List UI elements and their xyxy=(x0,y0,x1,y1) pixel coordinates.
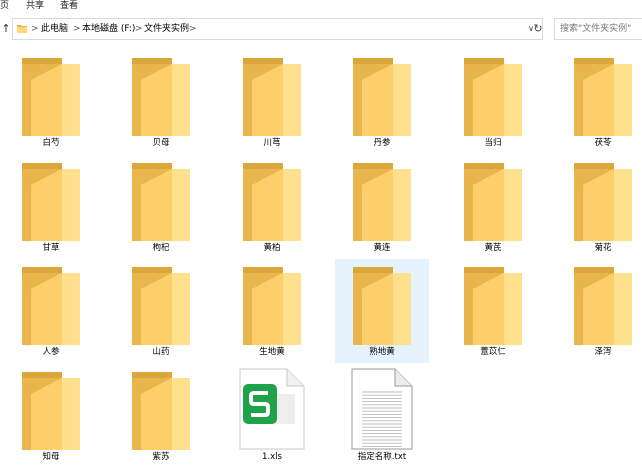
item-label: 薏苡仁 xyxy=(480,347,506,357)
folder-icon xyxy=(22,163,80,241)
folder-item[interactable]: 生地黄 xyxy=(225,259,319,363)
item-label: 泽泻 xyxy=(594,347,612,357)
item-label: 白芍 xyxy=(42,138,60,148)
folder-item[interactable]: 熟地黄 xyxy=(335,259,429,363)
file-item[interactable]: 指定名称.txt xyxy=(335,364,429,468)
folder-item[interactable]: 丹参 xyxy=(335,50,429,154)
folder-icon xyxy=(464,58,522,136)
folder-icon xyxy=(22,372,80,450)
up-arrow-icon[interactable]: ↑ xyxy=(0,22,12,36)
item-label: 熟地黄 xyxy=(369,347,395,357)
item-label: 生地黄 xyxy=(259,347,285,357)
folder-icon xyxy=(243,267,301,345)
folder-icon xyxy=(574,163,632,241)
tab-view[interactable]: 查看 xyxy=(60,0,78,11)
breadcrumb-separator[interactable]: > xyxy=(73,23,81,35)
item-label: 甘草 xyxy=(42,243,60,253)
folder-item[interactable]: 甘草 xyxy=(4,155,98,259)
folder-item[interactable]: 川芎 xyxy=(225,50,319,154)
folder-item[interactable]: 人参 xyxy=(4,259,98,363)
search-placeholder: 搜索"文件夹实例" xyxy=(560,24,632,34)
breadcrumb-folder-instance[interactable]: 文件夹实例 xyxy=(144,23,189,35)
item-label: 茯苓 xyxy=(594,138,612,148)
folder-icon xyxy=(574,267,632,345)
folder-icon xyxy=(574,58,632,136)
folder-item[interactable]: 当归 xyxy=(446,50,540,154)
item-label: 枸杞 xyxy=(152,243,170,253)
breadcrumb-separator[interactable]: > xyxy=(189,23,197,35)
folder-item[interactable]: 贝母 xyxy=(114,50,208,154)
folder-item[interactable]: 茯苓 xyxy=(556,50,642,154)
breadcrumb-separator[interactable]: > xyxy=(31,23,39,35)
file-item[interactable]: 1.xls xyxy=(225,364,319,468)
folder-icon xyxy=(132,372,190,450)
item-label: 指定名称.txt xyxy=(357,452,407,462)
item-label: 知母 xyxy=(42,452,60,462)
folder-item[interactable]: 泽泻 xyxy=(556,259,642,363)
breadcrumb-local-disk[interactable]: 本地磁盘 (F:) xyxy=(82,23,135,35)
item-label: 黄连 xyxy=(373,243,391,253)
xls-file-icon xyxy=(239,368,305,450)
folder-icon xyxy=(243,58,301,136)
folder-icon xyxy=(132,163,190,241)
item-label: 黄柏 xyxy=(263,243,281,253)
item-label: 山药 xyxy=(152,347,170,357)
tab-share[interactable]: 共享 xyxy=(26,0,44,11)
folder-icon xyxy=(132,267,190,345)
folder-item[interactable]: 知母 xyxy=(4,364,98,468)
item-label: 川芎 xyxy=(263,138,281,148)
item-label: 当归 xyxy=(484,138,502,148)
folder-icon xyxy=(353,267,411,345)
folder-item[interactable]: 白芍 xyxy=(4,50,98,154)
folder-small-icon xyxy=(17,25,27,33)
menu-bar: 页 共享 查看 xyxy=(0,0,642,12)
folder-icon xyxy=(22,267,80,345)
item-label: 菊花 xyxy=(594,243,612,253)
folder-icon xyxy=(464,163,522,241)
folder-item[interactable]: 薏苡仁 xyxy=(446,259,540,363)
address-bar[interactable]: > 此电脑 > 本地磁盘 (F:) > 文件夹实例 > ∨ xyxy=(12,18,543,40)
folder-icon xyxy=(464,267,522,345)
folder-icon xyxy=(353,163,411,241)
item-label: 1.xls xyxy=(262,452,282,462)
breadcrumb-separator[interactable]: > xyxy=(135,23,143,35)
item-label: 黄芪 xyxy=(484,243,502,253)
item-label: 丹参 xyxy=(373,138,391,148)
breadcrumb-this-pc[interactable]: 此电脑 xyxy=(41,23,68,35)
folder-item[interactable]: 黄芪 xyxy=(446,155,540,259)
item-label: 人参 xyxy=(42,347,60,357)
tab-view-partial[interactable]: 页 xyxy=(0,0,9,11)
folder-item[interactable]: 山药 xyxy=(114,259,208,363)
txt-file-icon xyxy=(351,368,413,450)
item-label: 紫苏 xyxy=(152,452,170,462)
folder-icon xyxy=(22,58,80,136)
refresh-icon[interactable]: ↻ xyxy=(527,18,549,40)
search-input[interactable]: 搜索"文件夹实例" xyxy=(554,18,642,40)
folder-icon xyxy=(243,163,301,241)
item-label: 贝母 xyxy=(152,138,170,148)
folder-icon xyxy=(132,58,190,136)
folder-item[interactable]: 菊花 xyxy=(556,155,642,259)
folder-item[interactable]: 黄柏 xyxy=(225,155,319,259)
folder-item[interactable]: 黄连 xyxy=(335,155,429,259)
navigation-bar: ↑ > 此电脑 > 本地磁盘 (F:) > 文件夹实例 > ∨ ↻ 搜索"文件夹… xyxy=(0,14,642,42)
folder-item[interactable]: 紫苏 xyxy=(114,364,208,468)
folder-icon xyxy=(353,58,411,136)
folder-item[interactable]: 枸杞 xyxy=(114,155,208,259)
